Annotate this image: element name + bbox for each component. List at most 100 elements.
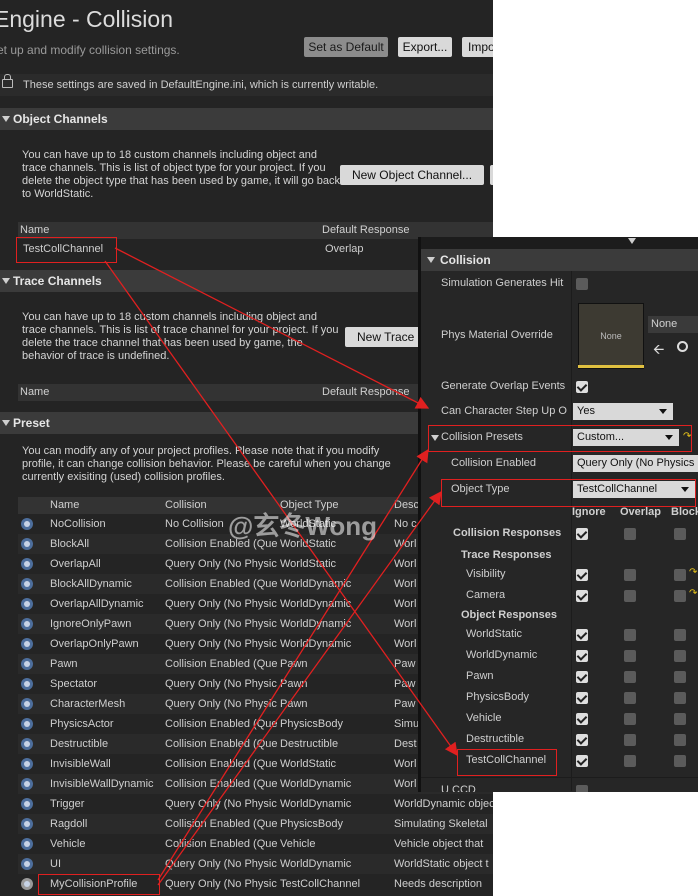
simulation-generates-hit-checkbox[interactable] [576,278,588,290]
material-thumbnail[interactable]: None [578,303,644,369]
object-response-ignore-checkbox[interactable] [576,671,588,683]
responses-block-checkbox[interactable] [674,528,686,540]
object-response-overlap-checkbox[interactable] [624,650,636,662]
responses-overlap-checkbox[interactable] [624,528,636,540]
visibility-label: Visibility [466,568,506,580]
object-response-block-checkbox[interactable] [674,755,686,767]
object-response-block-checkbox[interactable] [674,713,686,725]
chevron-down-icon [659,409,667,414]
object-response-block-checkbox[interactable] [674,692,686,704]
preset-collision: Query Only (No Physic [165,638,277,650]
preset-name: Pawn [50,658,78,670]
preset-name: OverlapAllDynamic [50,598,144,610]
trace-responses-label: Trace Responses [461,549,552,561]
generate-overlap-events-label: Generate Overlap Events [441,380,566,392]
visibility-block-checkbox[interactable] [674,569,686,581]
collision-enabled-dropdown[interactable]: Query Only (No Physics [573,455,698,472]
preset-object-type: Pawn [280,658,308,670]
export-button[interactable]: Export... [398,37,452,57]
preset-object-type: WorldDynamic [280,778,352,790]
material-asset-field[interactable]: None [648,316,698,333]
set-as-default-button[interactable]: Set as Default [304,37,388,57]
preset-name: IgnoreOnlyPawn [50,618,132,630]
object-response-ignore-checkbox[interactable] [576,692,588,704]
preset-row[interactable]: Vehicle Collision Enabled (Quei Vehicle Veh… [18,834,493,854]
preset-object-type: Pawn [280,698,308,710]
reset-arrow-icon[interactable]: ↷ [689,567,697,578]
preset-collision: Query Only (No Physic [165,878,277,890]
collapse-arrow-icon[interactable] [2,420,10,426]
object-response-ignore-checkbox[interactable] [576,734,588,746]
preset-name: Vehicle [50,838,86,850]
material-thumbnail-label: None [600,331,622,341]
preset-object-type: WorldDynamic [280,858,352,870]
preset-collision: Collision Enabled (Quei [165,778,278,790]
visibility-overlap-checkbox[interactable] [624,569,636,581]
annotation-box-presets [428,425,692,452]
object-response-overlap-checkbox[interactable] [624,671,636,683]
preset-object-type: PhysicsBody [280,818,343,830]
preset-name: BlockAll [50,538,90,550]
object-response-ignore-checkbox[interactable] [576,713,588,725]
collision-profile-icon [21,718,33,730]
collision-profile-icon [21,578,33,590]
camera-overlap-checkbox[interactable] [624,590,636,602]
column-collision: Collision [165,499,207,511]
step-up-dropdown[interactable]: Yes [573,403,673,420]
camera-label: Camera [466,589,506,601]
object-channel-extra-button[interactable] [490,165,493,185]
preset-name: UI [50,858,61,870]
collision-enabled-label: Collision Enabled [451,457,536,469]
camera-block-checkbox[interactable] [674,590,686,602]
object-channels-title: Object Channels [13,112,108,126]
object-response-ignore-checkbox[interactable] [576,650,588,662]
camera-ignore-checkbox[interactable] [576,590,588,602]
preset-name: InvisibleWallDynamic [50,778,154,790]
object-response-ignore-checkbox[interactable] [576,755,588,767]
collapse-arrow-icon[interactable] [2,116,10,122]
preset-name: NoCollision [50,518,106,530]
object-response-overlap-checkbox[interactable] [624,713,636,725]
preset-name: Ragdoll [50,818,88,830]
object-response-block-checkbox[interactable] [674,734,686,746]
preset-row[interactable]: UI Query Only (No Physic WorldDynamic World… [18,854,493,874]
preset-description: Vehicle object that [394,838,484,850]
collision-profile-icon [21,658,33,670]
object-response-overlap-checkbox[interactable] [624,629,636,641]
can-character-step-up-label: Can Character Step Up O [441,405,567,417]
chevron-down-icon[interactable] [628,238,636,244]
object-response-ignore-checkbox[interactable] [576,629,588,641]
column-name: Name [20,386,50,398]
object-response-overlap-checkbox[interactable] [624,755,636,767]
preset-object-type: WorldDynamic [280,618,352,630]
collapse-arrow-icon[interactable] [2,278,10,284]
preset-row[interactable]: Ragdoll Collision Enabled (Quei PhysicsBod… [18,814,493,834]
visibility-ignore-checkbox[interactable] [576,569,588,581]
simulation-generates-hit-label: Simulation Generates Hit [441,277,564,289]
preset-row[interactable]: Trigger Query Only (No Physic WorldDynamic… [18,794,493,814]
object-response-overlap-checkbox[interactable] [624,692,636,704]
preset-collision: Query Only (No Physic [165,598,277,610]
column-divider [571,271,572,791]
object-response-overlap-checkbox[interactable] [624,734,636,746]
use-ccd-checkbox[interactable] [576,785,588,792]
object-channels-section[interactable]: Object Channels [0,108,493,130]
preset-name: Spectator [50,678,98,690]
search-icon[interactable] [677,341,688,352]
object-response-block-checkbox[interactable] [674,650,686,662]
object-response-block-checkbox[interactable] [674,671,686,683]
arrow-left-icon[interactable]: 🡨 [653,339,664,363]
import-button[interactable]: Impo [462,37,493,57]
column-description: Desc [394,499,420,511]
object-response-label: WorldDynamic [466,649,538,661]
new-object-channel-button[interactable]: New Object Channel... [340,165,484,185]
collision-section[interactable]: Collision [421,249,698,271]
collision-profile-icon [21,638,33,650]
object-response-label: Vehicle [466,712,502,724]
collapse-arrow-icon[interactable] [427,257,435,263]
preset-description: Needs description [394,878,483,890]
generate-overlap-events-checkbox[interactable] [576,381,588,393]
responses-ignore-checkbox[interactable] [576,528,588,540]
reset-arrow-icon[interactable]: ↷ [689,588,697,599]
object-response-block-checkbox[interactable] [674,629,686,641]
